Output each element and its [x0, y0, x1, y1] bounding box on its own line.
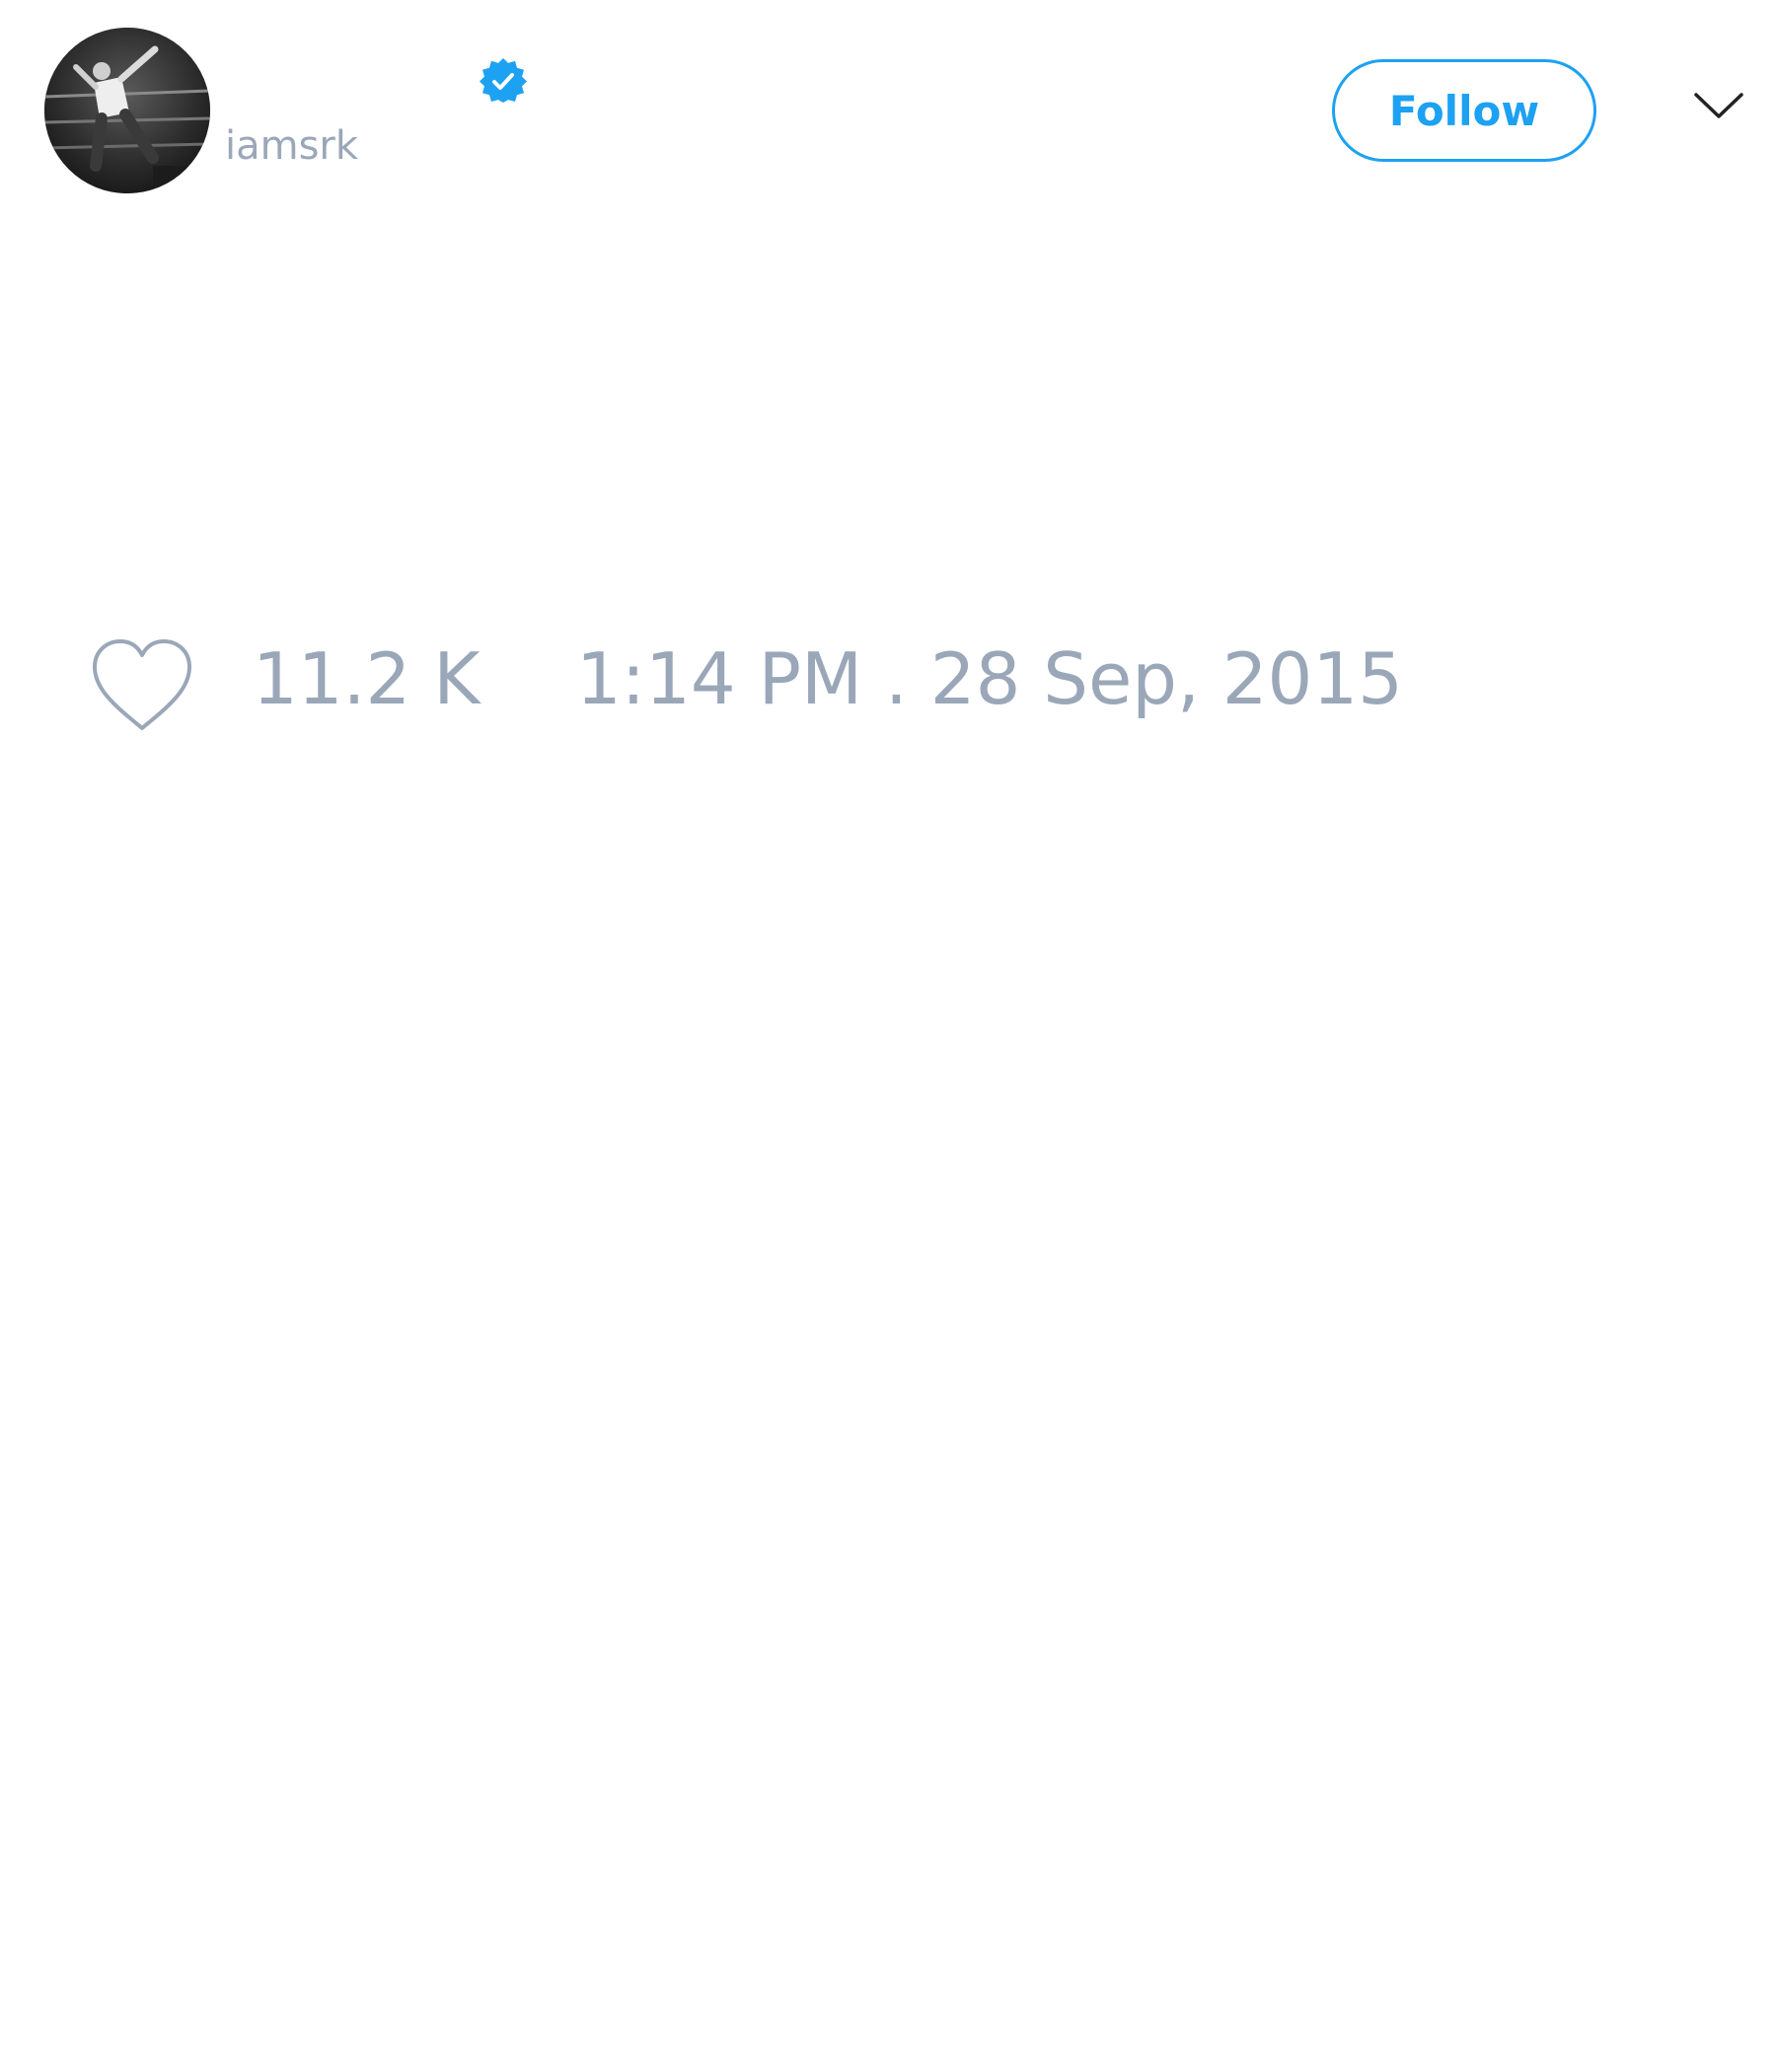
chevron-down-icon[interactable]: [1693, 91, 1744, 120]
author-handle[interactable]: iamsrk: [225, 126, 358, 166]
heart-outline-icon[interactable]: [89, 635, 195, 734]
verified-badge-icon: [480, 57, 527, 104]
avatar[interactable]: [44, 28, 210, 193]
follow-button[interactable]: Follow: [1332, 59, 1596, 162]
like-count[interactable]: 11.2 K: [253, 643, 480, 714]
tweet-timestamp[interactable]: 1:14 PM . 28 Sep, 2015: [576, 643, 1403, 714]
tweet-card: iamsrk Follow 11.2 K 1:14 PM . 28 Sep, 2…: [0, 0, 1776, 2072]
avatar-photo: [44, 28, 210, 193]
